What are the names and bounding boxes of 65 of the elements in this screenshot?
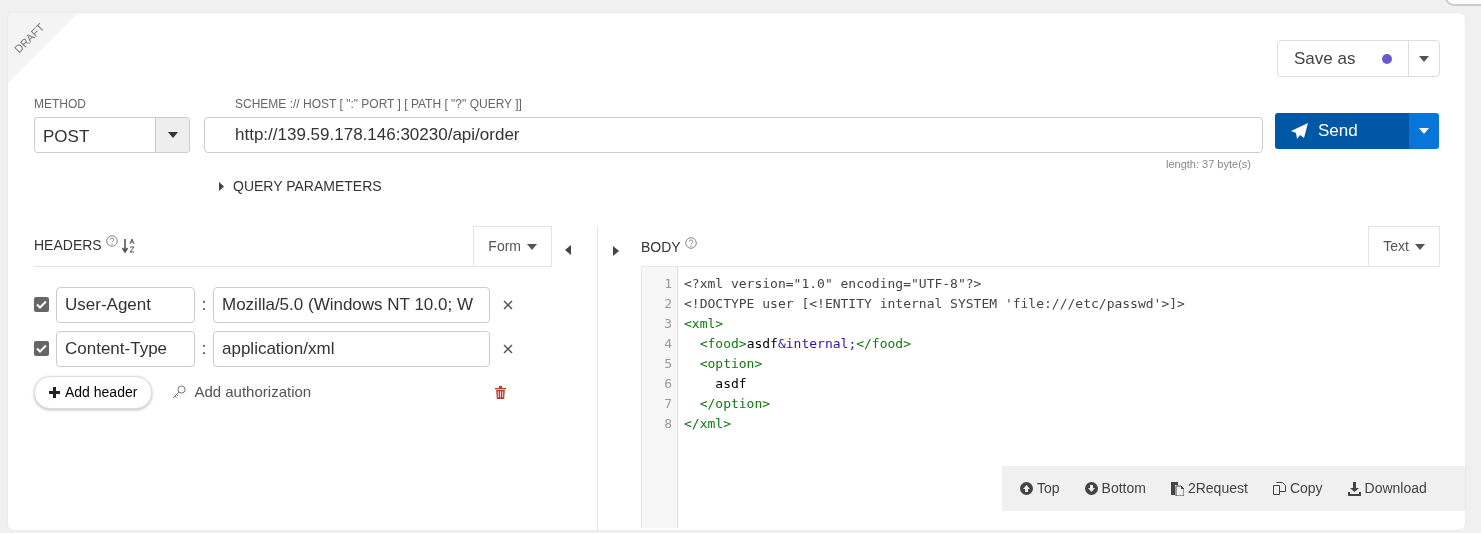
copy-icon [1272,481,1286,496]
copy-button[interactable]: Copy [1272,478,1336,499]
code-line: </xml> [684,414,731,433]
code-line: <xml> [684,314,724,333]
field-label: SCHEME :// HOST [ ":" PORT ] [ PATH [ "?" QUERY ]] [234,96,523,113]
code-line: <option> [698,354,763,373]
header-name-field[interactable]: Content-Type [56,330,195,367]
up-circle-icon [1020,481,1033,496]
plus-icon [49,386,60,398]
format-dropdown[interactable]: Form [473,225,552,266]
send-button[interactable]: Send [1275,113,1439,149]
down-circle-icon [1084,481,1098,496]
method-select[interactable]: POST [34,117,190,153]
format-dropdown[interactable]: Text [1368,225,1440,266]
line-number: 5 [663,354,673,373]
separator-colon: : [200,338,208,359]
send-icon [1291,123,1308,139]
line-number: 2 [663,294,673,313]
expand-right-icon [613,246,619,257]
close-icon [503,344,513,355]
line-number: 7 [663,394,673,413]
code-line: asdf [714,374,747,393]
code-line: <!DOCTYPE user [<!ENTITY internal SYSTEM 'file:///etc/passwd'>]> [684,294,1185,313]
download-button[interactable]: Download [1347,478,1440,499]
header-value-field[interactable]: application/xml [213,330,490,367]
section-title: BODY [641,237,681,257]
line-number: 4 [663,334,673,353]
header-name-field[interactable]: User-Agent [56,286,195,323]
trash-icon [495,386,507,400]
collapse-left-icon [565,245,571,256]
line-number: 8 [663,414,673,433]
query-parameters-toggle[interactable]: QUERY PARAMETERS [218,175,382,197]
save-as-button[interactable]: Save as [1277,40,1440,77]
section-title: HEADERS [34,236,102,255]
separator-colon: : [200,294,208,315]
checkbox[interactable] [34,341,49,356]
add-header-button[interactable]: Add header [34,375,153,409]
caret-icon [527,243,537,250]
header-value-field[interactable]: Mozilla/5.0 (Windows NT 10.0; W [213,286,490,323]
bottom-button[interactable]: Bottom [1084,478,1159,499]
download-icon [1347,481,1361,496]
field-label: METHOD [34,96,87,113]
code-line: <food>asdf&internal;</food> [698,334,911,353]
caret-icon [218,181,225,191]
top-button[interactable]: Top [1020,478,1073,499]
url-field[interactable]: http://139.59.178.146:30230/api/order [204,117,1263,153]
code-line: </option> [698,394,771,413]
line-number: 3 [663,314,673,333]
line-number: 1 [663,274,673,293]
close-icon [503,300,513,311]
documents-icon [1170,481,1184,496]
caret-icon [167,132,178,138]
sort-icon [121,238,136,255]
caret-icon [1415,243,1425,250]
help-icon [684,236,697,249]
to-request-button[interactable]: 2Request [1170,478,1261,499]
length-label: length: 37 byte(s) [1165,157,1252,172]
line-number: 6 [663,374,673,393]
key-icon [172,385,187,399]
caret-icon [1419,128,1429,134]
add-authorization-link[interactable]: Add authorization [172,380,312,404]
code-line: <?xml version="1.0" encoding="UTF-8"?> [684,274,982,293]
help-icon [105,235,118,248]
caret-icon [1419,55,1429,62]
checkbox[interactable] [34,297,49,312]
